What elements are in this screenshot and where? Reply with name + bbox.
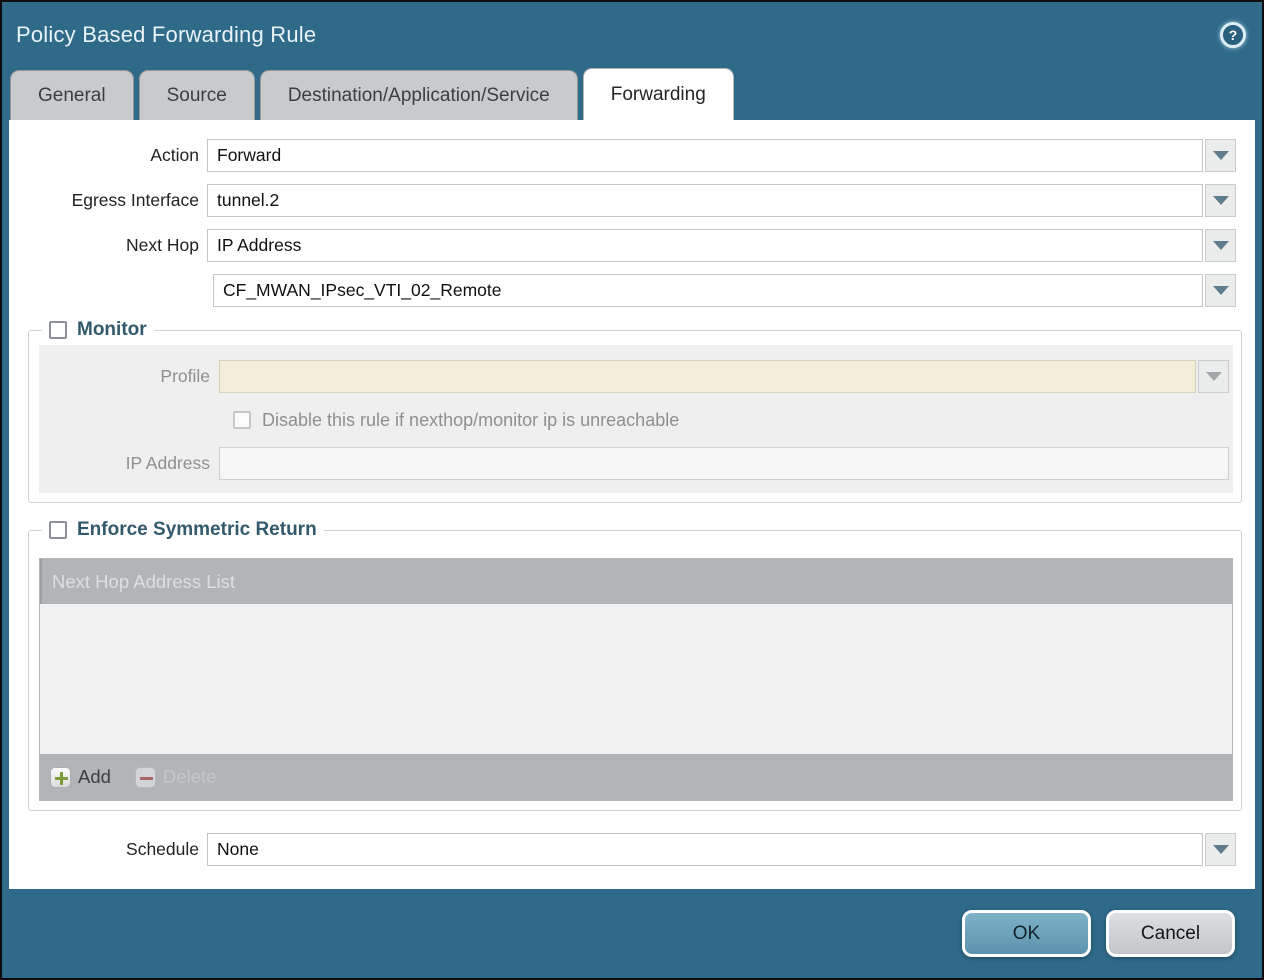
next-hop-type-dropdown[interactable]: IP Address <box>207 229 1236 262</box>
tab-forwarding[interactable]: Forwarding <box>583 68 734 120</box>
monitor-ip-address-label: IP Address <box>39 453 219 474</box>
next-hop-address-table-header: Next Hop Address List <box>40 559 1232 604</box>
egress-interface-label: Egress Interface <box>9 190 207 211</box>
delete-button-label: Delete <box>163 766 216 788</box>
monitor-profile-value <box>219 360 1196 393</box>
disable-rule-label: Disable this rule if nexthop/monitor ip … <box>262 410 679 431</box>
monitor-checkbox[interactable] <box>49 321 67 339</box>
monitor-disable-rule-group: Disable this rule if nexthop/monitor ip … <box>233 407 679 433</box>
enforce-symmetric-return-legend: Enforce Symmetric Return <box>42 519 324 541</box>
next-hop-type-value[interactable]: IP Address <box>207 229 1203 262</box>
monitor-legend-label: Monitor <box>77 319 147 341</box>
schedule-dropdown[interactable]: None <box>207 833 1236 866</box>
next-hop-address-value[interactable]: CF_MWAN_IPsec_VTI_02_Remote <box>213 274 1203 307</box>
add-button[interactable]: Add <box>50 766 111 788</box>
schedule-label: Schedule <box>9 839 207 860</box>
monitor-ip-address-row: IP Address <box>39 447 1233 480</box>
minus-icon <box>135 767 156 788</box>
enforce-symmetric-return-checkbox[interactable] <box>49 521 67 539</box>
dialog-title: Policy Based Forwarding Rule <box>16 22 316 48</box>
action-dropdown[interactable]: Forward <box>207 139 1236 172</box>
next-hop-address-table-body[interactable] <box>40 604 1232 754</box>
schedule-row: Schedule None <box>9 833 1255 866</box>
next-hop-address-dropdown[interactable]: CF_MWAN_IPsec_VTI_02_Remote <box>213 274 1236 307</box>
egress-interface-value[interactable]: tunnel.2 <box>207 184 1203 217</box>
chevron-down-icon <box>1213 286 1229 295</box>
chevron-down-icon <box>1213 241 1229 250</box>
monitor-panel: Profile Disable this rule if nexthop/mon… <box>39 345 1233 493</box>
chevron-down-icon <box>1206 372 1222 381</box>
enforce-symmetric-return-section: Enforce Symmetric Return Next Hop Addres… <box>28 519 1242 811</box>
title-bar: Policy Based Forwarding Rule ? <box>2 2 1262 68</box>
disable-rule-checkbox <box>233 411 251 429</box>
next-hop-address-row: CF_MWAN_IPsec_VTI_02_Remote <box>9 274 1255 307</box>
monitor-section: Monitor Profile Disable this rule if <box>28 319 1242 503</box>
next-hop-address-table: Next Hop Address List Add Delete <box>39 558 1233 801</box>
ok-button[interactable]: OK <box>962 910 1091 957</box>
action-row: Action Forward <box>9 139 1255 172</box>
action-dropdown-button[interactable] <box>1205 139 1236 172</box>
egress-interface-dropdown-button[interactable] <box>1205 184 1236 217</box>
egress-interface-row: Egress Interface tunnel.2 <box>9 184 1255 217</box>
monitor-ip-address-input <box>219 447 1229 480</box>
schedule-dropdown-button[interactable] <box>1205 833 1236 866</box>
monitor-profile-row: Profile <box>39 360 1233 393</box>
help-icon[interactable]: ? <box>1220 22 1246 48</box>
tab-source[interactable]: Source <box>139 70 255 120</box>
add-button-label: Add <box>78 766 111 788</box>
tab-bar: General Source Destination/Application/S… <box>2 68 1262 120</box>
monitor-disable-rule-row: Disable this rule if nexthop/monitor ip … <box>39 407 1233 433</box>
monitor-profile-dropdown <box>219 360 1229 393</box>
monitor-legend: Monitor <box>42 319 154 341</box>
forwarding-tab-panel: Action Forward Egress Interface tunnel.2… <box>9 120 1255 889</box>
policy-based-forwarding-dialog: Policy Based Forwarding Rule ? General S… <box>0 0 1264 980</box>
tab-destination-application-service[interactable]: Destination/Application/Service <box>260 70 578 120</box>
action-label: Action <box>9 145 207 166</box>
plus-icon <box>50 767 71 788</box>
cancel-button[interactable]: Cancel <box>1106 910 1235 957</box>
chevron-down-icon <box>1213 151 1229 160</box>
monitor-profile-label: Profile <box>39 366 219 387</box>
tab-general[interactable]: General <box>10 70 134 120</box>
enforce-symmetric-return-legend-label: Enforce Symmetric Return <box>77 519 317 541</box>
chevron-down-icon <box>1213 845 1229 854</box>
next-hop-address-table-toolbar: Add Delete <box>40 754 1232 800</box>
egress-interface-dropdown[interactable]: tunnel.2 <box>207 184 1236 217</box>
action-value[interactable]: Forward <box>207 139 1203 172</box>
monitor-profile-dropdown-button <box>1198 360 1229 393</box>
next-hop-type-dropdown-button[interactable] <box>1205 229 1236 262</box>
delete-button: Delete <box>135 766 216 788</box>
dialog-footer: OK Cancel <box>2 889 1262 978</box>
chevron-down-icon <box>1213 196 1229 205</box>
next-hop-address-dropdown-button[interactable] <box>1205 274 1236 307</box>
next-hop-label: Next Hop <box>9 235 207 256</box>
schedule-value[interactable]: None <box>207 833 1203 866</box>
next-hop-row: Next Hop IP Address <box>9 229 1255 262</box>
